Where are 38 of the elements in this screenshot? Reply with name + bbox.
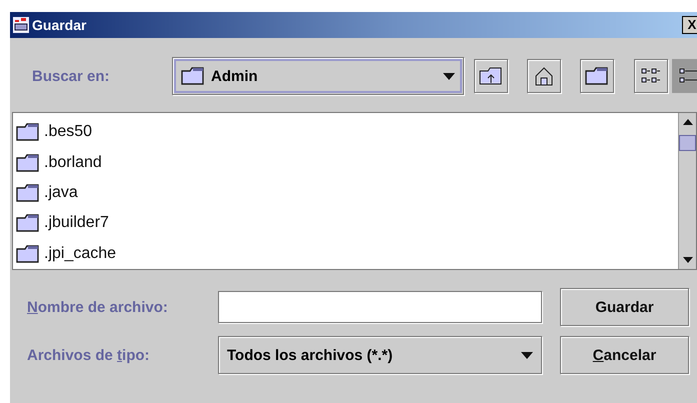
file-item[interactable]: .jpi_cache (44, 244, 116, 263)
up-arrow-icon (682, 119, 692, 125)
details-view-icon (679, 67, 697, 85)
scrollbar[interactable] (678, 113, 696, 269)
close-button[interactable]: X (682, 16, 697, 34)
file-item[interactable]: .bes50 (44, 123, 92, 142)
caret-icon (521, 352, 533, 358)
down-arrow-icon (682, 257, 692, 263)
new-folder-button[interactable] (580, 59, 614, 93)
scroll-thumb[interactable] (679, 135, 696, 151)
window-title: Guardar (32, 17, 88, 33)
folder-up-icon (479, 66, 503, 86)
folder-icon (16, 184, 40, 202)
file-type-label: Archivos de tipo: (26, 346, 151, 364)
folder-icon (16, 214, 40, 232)
folder-icon (16, 123, 40, 142)
file-item[interactable]: .borland (44, 154, 102, 172)
look-in-label: Buscar en: (31, 68, 111, 84)
list-view-button[interactable] (634, 59, 668, 93)
cancel-button[interactable]: Cancelar (560, 336, 689, 374)
folder-icon (16, 154, 40, 172)
house-icon (534, 66, 554, 86)
list-view-icon (641, 67, 661, 85)
file-name-label: Nombre de archivo: (26, 298, 169, 316)
save-button[interactable]: Guardar (560, 288, 689, 326)
file-type-dropdown[interactable]: Todos los archivos (*.*) (218, 336, 542, 374)
file-item[interactable]: .jbuilder7 (44, 214, 109, 232)
folder-icon (16, 244, 40, 263)
details-view-button[interactable] (672, 59, 697, 93)
app-icon (12, 16, 30, 34)
file-name-field[interactable] (218, 291, 542, 323)
folder-icon (181, 67, 205, 85)
home-button[interactable] (527, 59, 561, 93)
up-folder-button[interactable] (474, 59, 508, 93)
look-in-dropdown[interactable]: Admin (172, 57, 464, 95)
folder-icon (585, 67, 609, 85)
file-item[interactable]: .java (44, 184, 78, 202)
caret-icon (443, 72, 455, 80)
